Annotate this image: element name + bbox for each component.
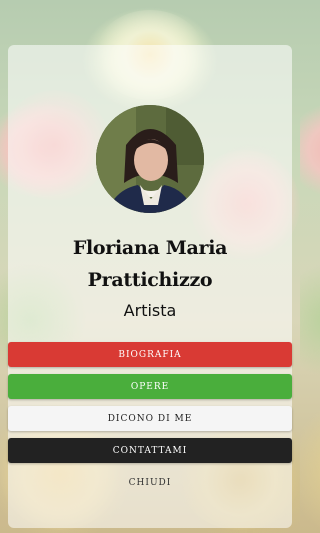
biografia-button[interactable]: BIOGRAFIA bbox=[8, 342, 292, 367]
profile-role: Artista bbox=[123, 301, 177, 320]
dicono-di-me-button[interactable]: DICONO DI ME bbox=[8, 406, 292, 431]
contattami-button[interactable]: CONTATTAMI bbox=[8, 438, 292, 463]
chiudi-button[interactable]: CHIUDI bbox=[8, 470, 292, 495]
profile-name: Floriana Maria Prattichizzo bbox=[72, 237, 228, 291]
opere-button[interactable]: OPERE bbox=[8, 374, 292, 399]
avatar-portrait bbox=[96, 105, 204, 213]
avatar bbox=[96, 105, 204, 213]
